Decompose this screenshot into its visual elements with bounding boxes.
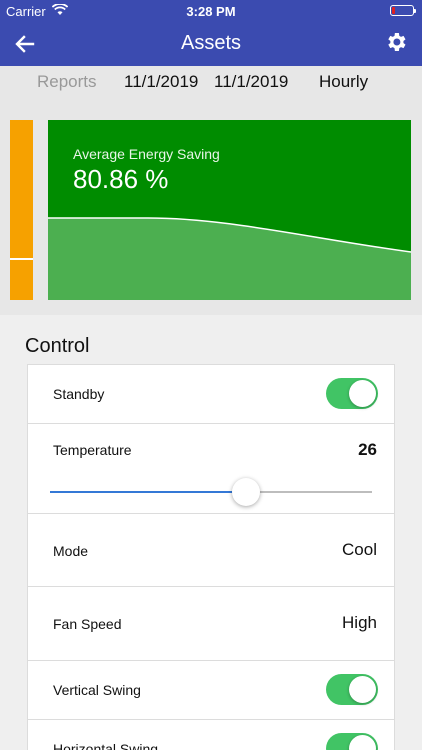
fan-speed-value: High — [342, 613, 377, 632]
battery-icon — [390, 5, 416, 16]
status-bar: Carrier 3:28 PM — [0, 0, 422, 22]
temperature-value: 26 — [358, 440, 377, 459]
energy-saving-card[interactable]: Average Energy Saving 80.86 % — [48, 120, 411, 300]
battery-level — [392, 7, 395, 14]
mode-value: Cool — [342, 540, 377, 559]
vertical-swing-row: Vertical Swing — [28, 661, 394, 720]
slider-fill — [50, 491, 247, 493]
date-from-picker[interactable]: 11/1/2019 — [124, 72, 198, 92]
slider-thumb[interactable] — [232, 478, 261, 506]
fan-speed-label: Fan Speed — [53, 616, 122, 632]
control-section-title: Control — [25, 335, 90, 357]
toggle-knob — [349, 735, 376, 750]
energy-trend-area — [48, 218, 411, 300]
toggle-knob — [349, 380, 376, 407]
horizontal-swing-label: Horizontal Swing — [53, 741, 159, 750]
horizontal-swing-row: Horizontal Swing — [28, 720, 394, 750]
side-chart-bar — [10, 120, 33, 300]
date-to-picker[interactable]: 11/1/2019 — [214, 72, 288, 92]
clock-time: 3:28 PM — [186, 4, 236, 19]
standby-toggle[interactable] — [326, 378, 378, 409]
standby-row: Standby — [28, 365, 394, 424]
interval-selector[interactable]: Hourly — [319, 72, 368, 92]
energy-chart-area: Average Energy Saving 80.86 % — [0, 100, 422, 315]
side-chart-divider — [10, 258, 33, 260]
temperature-row: Temperature 26 — [28, 424, 394, 514]
report-filter-bar: Reports 11/1/2019 11/1/2019 Hourly — [0, 66, 422, 100]
reports-selector[interactable]: Reports — [37, 72, 97, 92]
nav-bar: Assets — [0, 22, 422, 66]
vertical-swing-toggle[interactable] — [326, 674, 378, 705]
mode-row[interactable]: Mode Cool — [28, 514, 394, 587]
energy-saving-label: Average Energy Saving — [73, 146, 220, 162]
temperature-label: Temperature — [53, 442, 132, 458]
standby-label: Standby — [53, 386, 105, 402]
toggle-knob — [349, 676, 376, 703]
mode-label: Mode — [53, 543, 89, 559]
vertical-swing-label: Vertical Swing — [53, 682, 141, 698]
temperature-slider[interactable] — [50, 477, 372, 507]
horizontal-swing-toggle[interactable] — [326, 733, 378, 750]
page-title: Assets — [180, 32, 242, 54]
energy-saving-value: 80.86 % — [73, 164, 169, 194]
gear-icon[interactable] — [384, 30, 408, 54]
fan-speed-row[interactable]: Fan Speed High — [28, 587, 394, 661]
control-panel: Standby Temperature 26 Mode Cool Fan Spe… — [27, 364, 395, 750]
